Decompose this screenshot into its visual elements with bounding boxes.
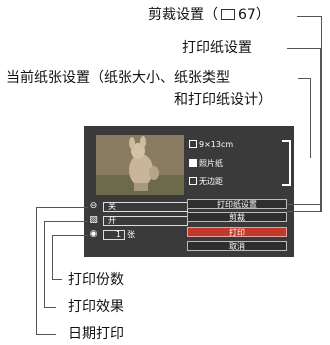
date-leader-v bbox=[36, 207, 37, 334]
kangaroo-image bbox=[96, 135, 184, 195]
layout-icon bbox=[189, 177, 197, 185]
copies-leader-end bbox=[52, 279, 62, 280]
print-effect-value: 开 bbox=[103, 216, 188, 226]
copies-callout: 打印份数 bbox=[68, 272, 124, 288]
effect-icon: ▧ bbox=[89, 215, 98, 225]
paper-type-icon bbox=[189, 159, 197, 167]
current-leader-v bbox=[310, 78, 311, 158]
paper-callout: 打印纸设置 bbox=[182, 40, 252, 56]
date-print-row[interactable]: ⊖ 关 bbox=[87, 201, 188, 212]
effect-callout: 打印效果 bbox=[68, 299, 124, 315]
paper-size-value: 9×13cm bbox=[199, 140, 234, 149]
paper-type-info: 照片纸 bbox=[189, 158, 223, 169]
date-callout: 日期打印 bbox=[68, 326, 124, 342]
trim-btn-leader bbox=[287, 211, 322, 212]
trim-callout: 剪裁设置（ 67） bbox=[148, 7, 270, 23]
trim-button[interactable]: 剪裁 bbox=[187, 212, 287, 222]
clock-icon: ⊖ bbox=[89, 201, 98, 211]
paper-size-info: 9×13cm bbox=[189, 140, 233, 149]
paper-type-value: 照片纸 bbox=[199, 159, 223, 168]
layout-value: 无边距 bbox=[199, 177, 223, 186]
date-print-value: 关 bbox=[103, 202, 188, 212]
copies-value: 1 bbox=[115, 230, 121, 239]
info-bracket-side bbox=[289, 140, 291, 186]
trim-leader-v bbox=[321, 16, 322, 211]
trim-leader bbox=[297, 16, 321, 17]
copies-row[interactable]: ◉ 1 张 bbox=[87, 230, 185, 240]
paper-leader bbox=[287, 48, 321, 49]
date-leader-end bbox=[36, 334, 56, 335]
effect-leader-v bbox=[44, 221, 45, 307]
copies-leader-v bbox=[52, 235, 53, 279]
paper-btn-leader bbox=[287, 204, 321, 205]
trim-callout-page: 67） bbox=[238, 7, 270, 23]
paper-size-icon bbox=[189, 140, 197, 148]
trim-callout-text: 剪裁设置（ bbox=[148, 7, 218, 23]
date-leader-h bbox=[36, 207, 88, 208]
cancel-button[interactable]: 取消 bbox=[187, 241, 287, 251]
copies-unit: 张 bbox=[127, 230, 135, 239]
copies-leader-h bbox=[52, 235, 88, 236]
current-callout-line1: 当前纸张设置（纸张大小、纸张类型 bbox=[6, 70, 230, 86]
layout-info: 无边距 bbox=[189, 176, 223, 187]
effect-leader-h bbox=[44, 221, 88, 222]
preview-photo bbox=[96, 135, 184, 195]
print-effect-row[interactable]: ▧ 开 bbox=[87, 215, 188, 226]
info-bracket-bottom bbox=[282, 184, 290, 186]
copies-icon: ◉ bbox=[89, 229, 98, 239]
book-icon bbox=[221, 9, 235, 20]
paper-settings-button[interactable]: 打印纸设置 bbox=[187, 199, 287, 209]
current-leader-h bbox=[298, 78, 310, 79]
print-button[interactable]: 打印 bbox=[187, 227, 287, 237]
current-callout-line2: 和打印纸设计） bbox=[174, 92, 272, 108]
copies-field: 1 bbox=[103, 230, 125, 240]
effect-leader-end bbox=[44, 307, 56, 308]
